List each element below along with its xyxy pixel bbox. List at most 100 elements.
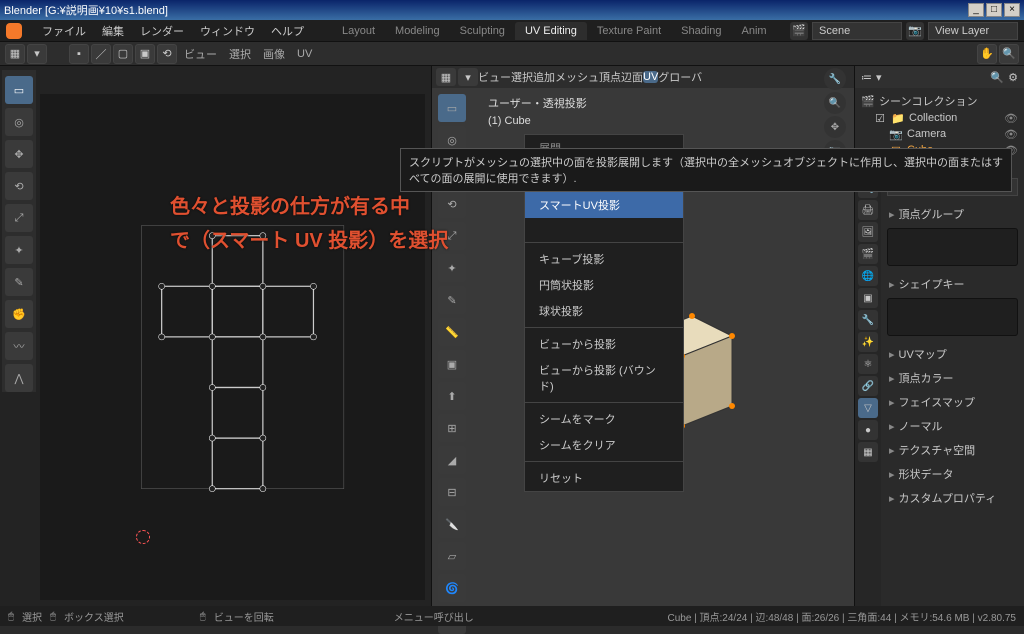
outliner-editor-icon[interactable]: ≔ [861,71,872,84]
panel-shape-keys[interactable]: シェイプキー [887,272,1018,296]
mode-dropdown-icon[interactable]: ▾ [27,44,47,64]
menu-sphere-proj[interactable]: 球状投影 [525,298,683,324]
uv-canvas[interactable] [40,94,425,600]
ptab-world-icon[interactable]: 🌐 [858,266,878,286]
vp-tool-loopcut[interactable]: ⊟ [438,478,466,506]
tool-move[interactable]: ✥ [5,140,33,168]
outliner-filter-icon[interactable]: ▾ [876,71,882,84]
panel-vertex-colors[interactable]: 頂点カラー [887,366,1018,390]
vp-tool-bevel[interactable]: ◢ [438,446,466,474]
menu-project-from-view-bounds[interactable]: ビューから投影 (バウンド) [525,357,683,399]
panel-geometry-data[interactable]: 形状データ [887,462,1018,486]
ptab-viewlayer-icon[interactable]: 🖼 [858,222,878,242]
panel-uvmaps[interactable]: UVマップ [887,342,1018,366]
uv-hand-icon[interactable]: ✋ [977,44,997,64]
ptab-constraint-icon[interactable]: 🔗 [858,376,878,396]
panel-custom-props[interactable]: カスタムプロパティ [887,486,1018,510]
vp-pivot-dropdown[interactable]: グローバ [658,69,702,85]
menu-clear-seam[interactable]: シームをクリア [525,432,683,458]
menu-help[interactable]: ヘルプ [263,23,312,39]
sel-face-icon[interactable]: ▢ [113,44,133,64]
sel-island-icon[interactable]: ▣ [135,44,155,64]
tab-layout[interactable]: Layout [332,22,385,40]
menu-project-from-view[interactable]: ビューから投影 [525,331,683,357]
vp-tool-transform[interactable]: ✦ [438,254,466,282]
tab-modeling[interactable]: Modeling [385,22,450,40]
vp-tool-knife[interactable]: 🔪 [438,510,466,538]
sel-edge-icon[interactable]: ／ [91,44,111,64]
ptab-object-icon[interactable]: ▣ [858,288,878,308]
vp-tool-scale[interactable]: ⤢ [438,222,466,250]
vp-tool-annotate[interactable]: ✎ [438,286,466,314]
sync-icon[interactable]: ⟲ [157,44,177,64]
panel-texture-space[interactable]: テクスチャ空間 [887,438,1018,462]
menu-cube-proj[interactable]: キューブ投影 [525,246,683,272]
vp-tool-select[interactable]: ▭ [438,94,466,122]
menu-mark-seam[interactable]: シームをマーク [525,406,683,432]
scene-name-input[interactable] [812,22,902,40]
sel-vert-icon[interactable]: ▪ [69,44,89,64]
shape-keys-list[interactable] [887,298,1018,336]
vp-menu-uv[interactable]: UV [643,71,658,83]
menu-window[interactable]: ウィンドウ [192,23,263,39]
vp-menu-add[interactable]: 追加 [533,69,555,85]
ptab-scene-icon[interactable]: 🎬 [858,244,878,264]
vp-mode-icon[interactable]: ▾ [458,68,478,86]
tool-scale[interactable]: ⤢ [5,204,33,232]
tool-grab[interactable]: ✊ [5,300,33,328]
vp-menu-face[interactable]: 面 [632,69,643,85]
gizmo-zoom-icon[interactable]: 🔍 [824,92,846,114]
uv-zoom-icon[interactable]: 🔍 [999,44,1019,64]
vp-tool-extrude[interactable]: ⬆ [438,382,466,410]
tree-camera[interactable]: 📷Camera👁 [861,126,1018,142]
vp-tool-rotate[interactable]: ⟲ [438,190,466,218]
vp-tool-spin[interactable]: 🌀 [438,574,466,602]
maximize-button[interactable]: □ [986,3,1002,17]
vp-menu-view[interactable]: ビュー [478,69,511,85]
tool-transform[interactable]: ✦ [5,236,33,264]
vp-tool-inset[interactable]: ⊞ [438,414,466,442]
tab-anim[interactable]: Anim [732,22,777,40]
uv-menu-select[interactable]: 選択 [223,46,257,62]
tree-collection[interactable]: ☑📁Collection👁 [861,110,1018,126]
ptab-material-icon[interactable]: ● [858,420,878,440]
vertex-groups-list[interactable] [887,228,1018,266]
menu-edit[interactable]: 編集 [94,23,132,39]
vp-menu-vertex[interactable]: 頂点 [599,69,621,85]
visibility-icon[interactable]: 👁 [1004,128,1018,141]
visibility-icon[interactable]: 👁 [1004,112,1018,125]
tool-select-box[interactable]: ▭ [5,76,33,104]
uv-menu-view[interactable]: ビュー [178,46,223,62]
outliner-filter-btn-icon[interactable]: ⚙ [1008,71,1018,84]
tab-sculpting[interactable]: Sculpting [450,22,515,40]
vp-tool-measure[interactable]: 📏 [438,318,466,346]
ptab-output-icon[interactable]: 🖨 [858,200,878,220]
vp-menu-select[interactable]: 選択 [511,69,533,85]
viewlayer-name-input[interactable] [928,22,1018,40]
browse-scene-icon[interactable]: 🎬 [790,22,808,40]
viewlayer-icon[interactable]: 📷 [906,22,924,40]
editor-type-icon[interactable]: ▦ [5,44,25,64]
vp-menu-edge[interactable]: 辺 [621,69,632,85]
tab-shading[interactable]: Shading [671,22,731,40]
menu-reset[interactable]: リセット [525,465,683,491]
panel-normals[interactable]: ノーマル [887,414,1018,438]
tree-scene-collection[interactable]: 🎬シーンコレクション [861,92,1018,110]
tool-cursor[interactable]: ◎ [5,108,33,136]
vp-tool-polybuild[interactable]: ▱ [438,542,466,570]
tool-relax[interactable]: 〰 [5,332,33,360]
panel-face-maps[interactable]: フェイスマップ [887,390,1018,414]
tool-pinch[interactable]: ⋀ [5,364,33,392]
tool-rotate[interactable]: ⟲ [5,172,33,200]
vp-menu-mesh[interactable]: メッシュ [555,69,599,85]
menu-render[interactable]: レンダー [132,23,192,39]
tool-annotate[interactable]: ✎ [5,268,33,296]
menu-smart-uv[interactable]: スマートUV投影 [525,192,683,218]
ptab-texture-icon[interactable]: ▦ [858,442,878,462]
ptab-physics-icon[interactable]: ⚛ [858,354,878,374]
vp-tool-addcube[interactable]: ▣ [438,350,466,378]
uv-menu-image[interactable]: 画像 [257,46,291,62]
close-button[interactable]: × [1004,3,1020,17]
tab-uvediting[interactable]: UV Editing [515,22,587,40]
gizmo-move-icon[interactable]: ✥ [824,116,846,138]
